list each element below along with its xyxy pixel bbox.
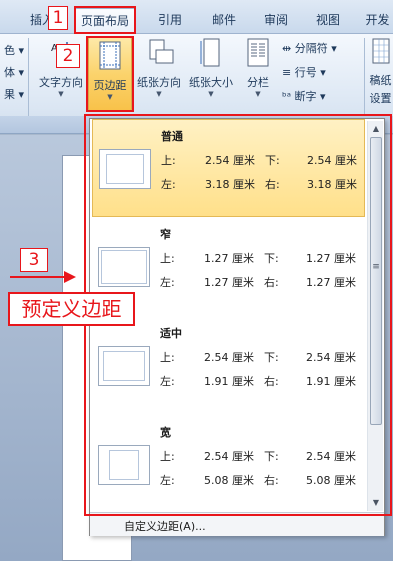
orientation-button[interactable]: 纸张方向 ▼: [134, 38, 184, 98]
highlight-box-margins-button: [86, 36, 134, 112]
tab-mailings[interactable]: 邮件: [204, 8, 244, 32]
paper-size-icon: [199, 38, 223, 68]
chevron-down-icon: ▼: [255, 90, 261, 98]
chevron-down-icon: ▼: [58, 90, 64, 98]
arrow-line: [10, 276, 66, 278]
orientation-label: 纸张方向: [137, 76, 181, 89]
paper-size-label: 纸张大小: [189, 76, 233, 89]
step-1-label: 1: [48, 6, 68, 30]
breaks-icon: ⇹: [282, 42, 292, 55]
step-3-label: 3: [20, 248, 48, 272]
arrow-right-icon: [64, 271, 76, 283]
hyphenation-label: 断字: [294, 90, 317, 103]
tab-developer[interactable]: 开发: [362, 8, 393, 32]
text-direction-label: 文字方向: [39, 76, 83, 89]
line-numbers-button[interactable]: ≡ 行号 ▾: [282, 64, 326, 80]
draft-paper-button[interactable]: 稿纸 设置: [368, 38, 393, 106]
tab-review[interactable]: 审阅: [258, 8, 294, 32]
columns-button[interactable]: 分栏 ▼: [240, 38, 276, 98]
paper-size-button[interactable]: 纸张大小 ▼: [186, 38, 236, 98]
hyphenation-icon: ᵇᵃ: [282, 90, 292, 103]
theme-effects-button[interactable]: 果 ▾: [4, 86, 24, 102]
line-numbers-label: 行号: [294, 66, 317, 79]
theme-colors-label: 色: [4, 44, 15, 57]
breaks-label: 分隔符: [294, 42, 328, 55]
line-numbers-icon: ≡: [282, 66, 292, 79]
breaks-button[interactable]: ⇹ 分隔符 ▾: [282, 40, 337, 56]
custom-margins-menu-item[interactable]: 自定义边距(A)...: [124, 518, 206, 534]
columns-label: 分栏: [247, 76, 269, 89]
step-2-label: 2: [56, 44, 80, 68]
draft-paper-label-1: 稿纸: [369, 74, 392, 87]
theme-fonts-button[interactable]: 体 ▾: [4, 64, 24, 80]
hyphenation-button[interactable]: ᵇᵃ 断字 ▾: [282, 88, 326, 104]
chevron-down-icon: ▼: [208, 90, 214, 98]
tab-references[interactable]: 引用: [152, 8, 188, 32]
highlight-box-page-layout-tab: [74, 6, 136, 34]
orientation-icon: [147, 38, 174, 68]
predefined-margins-caption: 预定义边距: [8, 292, 135, 326]
theme-colors-button[interactable]: 色 ▾: [4, 42, 24, 58]
columns-icon: [246, 38, 270, 68]
draft-paper-label-2: 设置: [369, 92, 392, 105]
theme-fonts-label: 体: [4, 66, 15, 79]
chevron-down-icon: ▼: [156, 90, 162, 98]
theme-effects-label: 果: [4, 88, 15, 101]
tab-view[interactable]: 视图: [310, 8, 346, 32]
draft-paper-icon: [371, 38, 391, 68]
